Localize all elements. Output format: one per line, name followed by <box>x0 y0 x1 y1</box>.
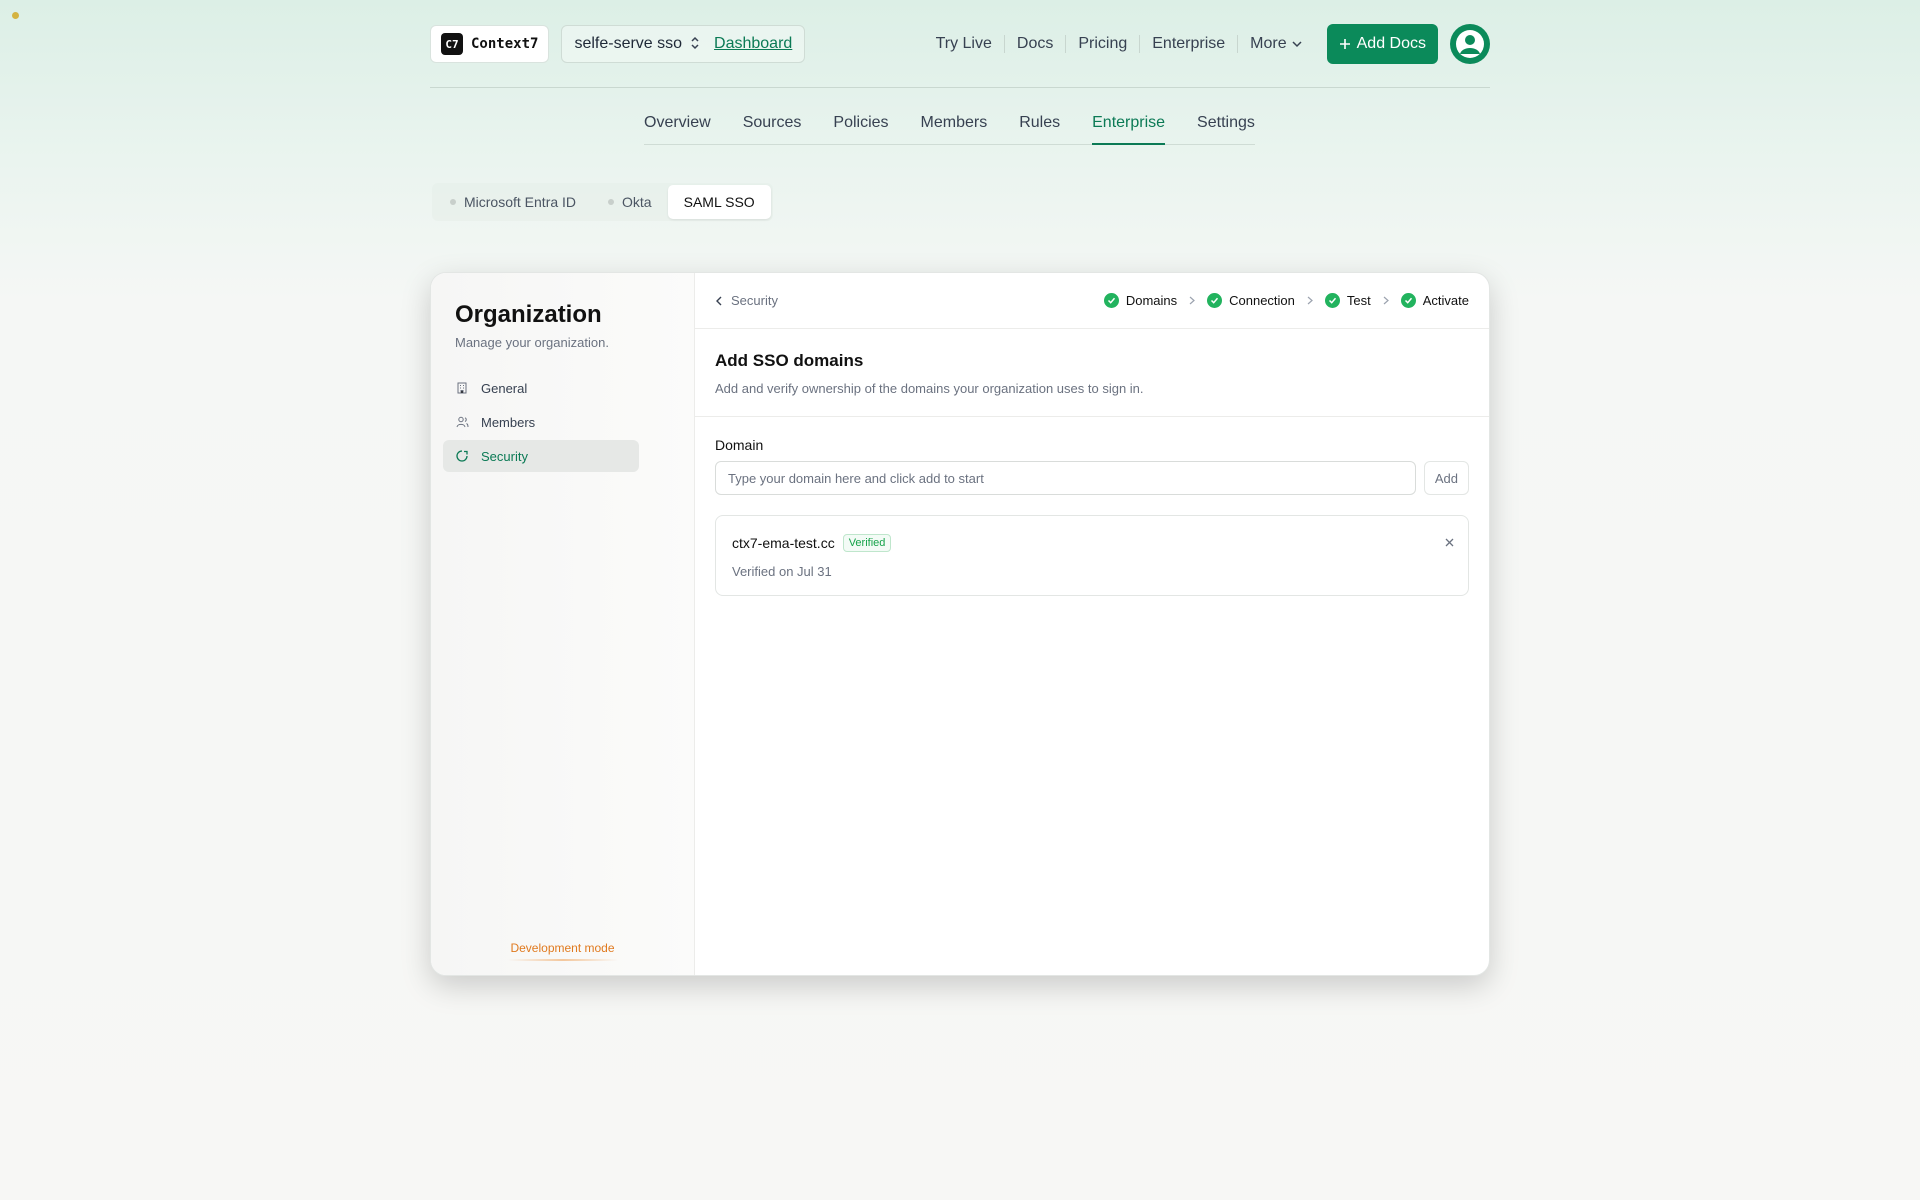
project-name[interactable]: selfe-serve sso <box>574 35 682 53</box>
sidebar-item-general[interactable]: General <box>443 372 639 404</box>
logo-text: Context7 <box>471 36 539 52</box>
sidebar-item-label: General <box>481 380 528 396</box>
subtab-okta[interactable]: Okta <box>592 185 668 219</box>
main-tabs: Overview Sources Policies Members Rules … <box>644 112 1255 145</box>
step-label: Domains <box>1125 293 1178 308</box>
step-connection[interactable]: Connection <box>1207 293 1295 308</box>
sso-setup-main: Security Domains Connection Test Activat… <box>695 273 1489 975</box>
chevron-left-icon <box>716 296 722 305</box>
top-nav: Try Live Docs Pricing Enterprise More <box>924 35 1315 53</box>
building-icon <box>455 381 469 395</box>
step-domains[interactable]: Domains <box>1103 293 1178 308</box>
header-divider <box>430 87 1490 88</box>
step-label: Test <box>1346 293 1371 308</box>
nav-enterprise[interactable]: Enterprise <box>1139 35 1237 53</box>
nav-try-live[interactable]: Try Live <box>924 35 1004 53</box>
tab-policies[interactable]: Policies <box>833 112 888 144</box>
section-header: Add SSO domains Add and verify ownership… <box>695 329 1489 417</box>
avatar[interactable] <box>1450 24 1490 64</box>
section-title: Add SSO domains <box>715 351 864 370</box>
tab-overview[interactable]: Overview <box>644 112 711 144</box>
add-docs-button[interactable]: Add Docs <box>1326 24 1438 64</box>
check-circle-icon <box>1207 293 1223 308</box>
tab-members[interactable]: Members <box>921 112 988 144</box>
tab-enterprise[interactable]: Enterprise <box>1092 112 1165 145</box>
step-activate[interactable]: Activate <box>1400 293 1469 308</box>
status-dot <box>608 199 615 205</box>
users-icon <box>455 415 469 429</box>
nav-more-label: More <box>1250 35 1287 52</box>
back-label: Security <box>731 293 778 308</box>
shield-icon <box>455 449 469 463</box>
add-docs-label: Add Docs <box>1356 35 1426 52</box>
org-sidebar: Organization Manage your organization. G… <box>431 273 695 975</box>
check-circle-icon <box>1324 293 1340 308</box>
check-circle-icon <box>1400 293 1416 308</box>
add-domain-button[interactable]: Add <box>1423 461 1469 495</box>
tab-settings[interactable]: Settings <box>1197 112 1255 144</box>
setup-header: Security Domains Connection Test Activat… <box>695 273 1489 329</box>
chevron-down-icon <box>1292 41 1302 48</box>
sidebar-item-security[interactable]: Security <box>443 440 639 472</box>
dev-mode-label: Development mode <box>431 941 694 961</box>
sidebar-item-members[interactable]: Members <box>443 406 639 438</box>
org-nav: General Members Security <box>443 372 682 472</box>
domain-field-label: Domain <box>715 437 764 453</box>
chevron-right-icon <box>1383 294 1389 308</box>
tab-sources[interactable]: Sources <box>743 112 802 144</box>
logo-icon: C7 <box>441 33 463 55</box>
chevron-right-icon <box>1189 294 1196 308</box>
domain-row: ctx7-ema-test.cc Verified <box>732 534 1452 552</box>
sso-provider-tabs: Microsoft Entra ID Okta SAML SSO <box>432 183 773 221</box>
dashboard-link[interactable]: Dashboard <box>714 35 792 53</box>
domain-verified-date: Verified on Jul 31 <box>732 564 832 579</box>
chevron-updown-icon[interactable] <box>690 36 700 52</box>
org-subtitle: Manage your organization. <box>455 335 609 350</box>
setup-steps: Domains Connection Test Activate <box>1103 293 1469 308</box>
top-header: C7 Context7 selfe-serve sso Dashboard Tr… <box>430 24 1490 64</box>
step-test[interactable]: Test <box>1324 293 1371 308</box>
chevron-right-icon <box>1307 294 1313 308</box>
subtab-label: SAML SSO <box>683 194 755 210</box>
domain-name: ctx7-ema-test.cc <box>732 535 835 551</box>
step-label: Connection <box>1229 293 1295 308</box>
check-circle-icon <box>1103 293 1119 308</box>
status-dot <box>12 12 19 19</box>
nav-docs[interactable]: Docs <box>1003 35 1065 53</box>
org-title: Organization <box>455 301 602 328</box>
organization-panel: Organization Manage your organization. G… <box>430 272 1490 976</box>
subtab-saml-sso[interactable]: SAML SSO <box>667 185 771 219</box>
status-dot <box>450 199 456 205</box>
status-badge: Verified <box>842 534 892 552</box>
domain-list-item: ctx7-ema-test.cc Verified Verified on Ju… <box>715 515 1469 596</box>
plus-icon <box>1339 39 1350 49</box>
nav-more[interactable]: More <box>1237 35 1314 53</box>
subtab-microsoft-entra-id[interactable]: Microsoft Entra ID <box>434 185 592 219</box>
subtab-label: Okta <box>622 194 652 210</box>
tab-rules[interactable]: Rules <box>1019 112 1060 144</box>
subtab-label: Microsoft Entra ID <box>464 194 577 210</box>
back-button[interactable]: Security <box>715 293 778 308</box>
section-description: Add and verify ownership of the domains … <box>715 381 1144 396</box>
user-icon <box>1456 30 1484 58</box>
nav-pricing[interactable]: Pricing <box>1065 35 1139 53</box>
domain-form: Domain Add ctx7-ema-test.cc Verified Ver… <box>695 417 1489 596</box>
domain-input-row: Add <box>715 461 1469 495</box>
step-label: Activate <box>1422 293 1469 308</box>
logo-button[interactable]: C7 Context7 <box>430 25 550 63</box>
domain-input[interactable] <box>715 461 1416 495</box>
sidebar-item-label: Security <box>481 448 528 464</box>
sidebar-item-label: Members <box>481 414 536 430</box>
close-icon[interactable] <box>1445 534 1454 551</box>
project-selector: selfe-serve sso Dashboard <box>561 25 806 63</box>
